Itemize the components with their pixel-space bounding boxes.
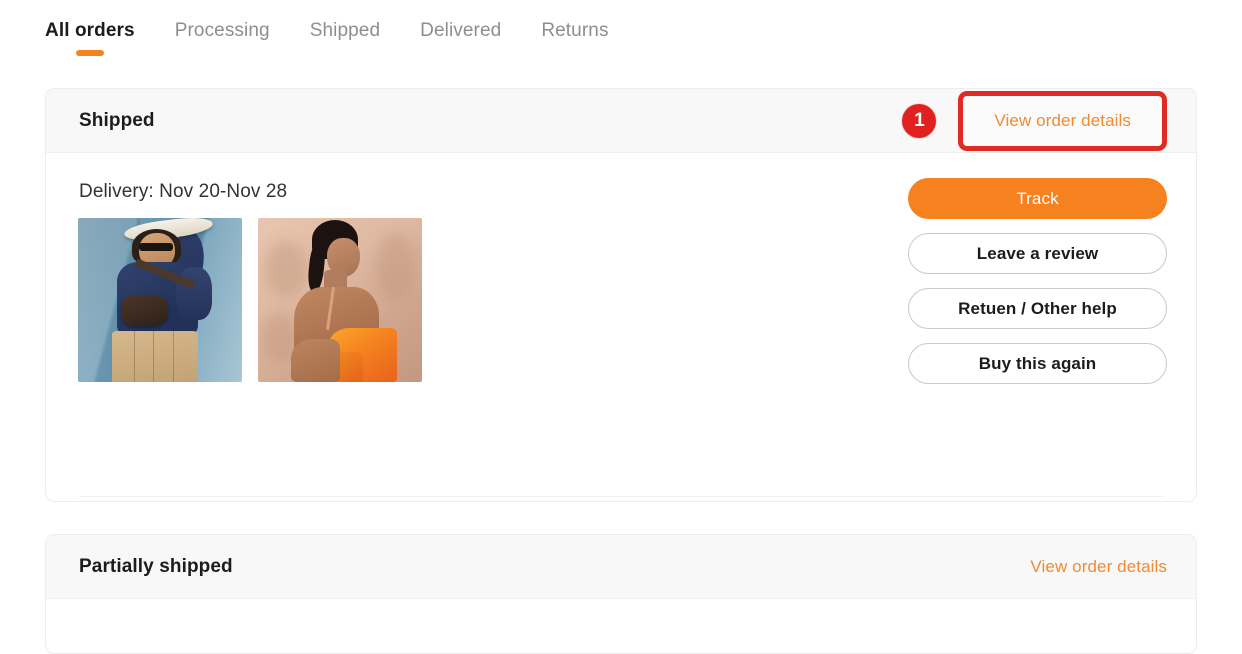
view-order-details-highlight: View order details [958,90,1167,151]
order-card-body: Delivery: Nov 20-Nov 28 Track Leave a re… [46,153,1196,501]
return-other-help-button[interactable]: Retuen / Other help [908,288,1167,329]
order-status-title-2: Partially shipped [79,555,233,577]
tab-shipped[interactable]: Shipped [310,20,380,56]
track-button[interactable]: Track [908,178,1167,219]
thumb1-skirt-pleat [153,331,155,382]
tab-delivered-label: Delivered [420,20,502,41]
thumb2-arm [290,339,340,382]
product-thumbnail-2[interactable] [258,218,422,382]
thumb2-backdrop-texture [264,240,308,297]
thumb1-tan-skirt [112,331,198,382]
active-tab-indicator [75,50,104,56]
order-card-shipped: Shipped 1 View order details Delivery: N… [45,88,1197,502]
tab-delivered[interactable]: Delivered [420,20,501,56]
thumb1-skirt-pleat [133,331,135,382]
order-action-buttons: Track Leave a review Retuen / Other help… [908,178,1167,384]
thumb1-crossbody-bag [122,295,169,327]
product-thumbnail-1[interactable] [78,218,242,382]
tab-processing-label: Processing [174,20,270,41]
tab-shipped-label: Shipped [309,20,381,41]
annotation-badge-1: 1 [902,103,937,138]
tab-all-orders[interactable]: All orders [45,20,135,56]
tab-processing[interactable]: Processing [175,20,270,56]
leave-a-review-button[interactable]: Leave a review [908,233,1167,274]
thumb1-skirt-pleat [173,331,175,382]
view-order-details-link-2[interactable]: View order details [1030,557,1167,577]
buy-this-again-button[interactable]: Buy this again [908,343,1167,384]
view-order-details-link[interactable]: View order details [994,111,1131,131]
delivery-estimate: Delivery: Nov 20-Nov 28 [79,181,288,202]
order-header-actions: 1 View order details [902,90,1167,151]
order-status-title: Shipped [79,109,155,131]
tab-all-orders-label: All orders [45,20,135,41]
thumb1-sunglasses [138,242,174,251]
order-card-header: Shipped 1 View order details [46,89,1196,153]
product-thumbnail-list [78,218,422,382]
tab-returns-label: Returns [541,20,609,41]
order-card-header-2: Partially shipped View order details [46,535,1196,599]
orders-tabbar: All orders Processing Shipped Delivered … [45,20,649,64]
order-summary-divider [79,496,1163,497]
thumb1-sleeve [176,267,213,320]
tab-returns[interactable]: Returns [541,20,608,56]
order-card-partially-shipped: Partially shipped View order details [45,534,1197,654]
